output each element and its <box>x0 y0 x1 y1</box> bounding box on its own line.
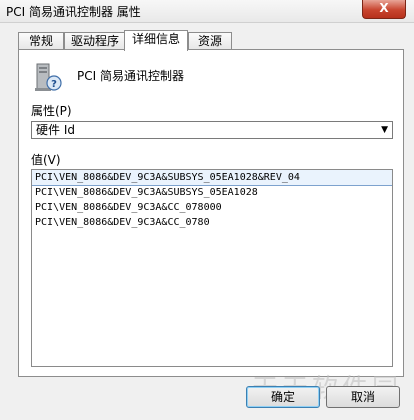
pci-device-icon: ? <box>35 63 62 91</box>
value-label: 值(V) <box>31 153 61 167</box>
list-item[interactable]: PCI\VEN_8086&DEV_9C3A&CC_0780 <box>32 215 392 230</box>
details-panel: ? PCI 简易通讯控制器 属性(P) 硬件 Id ▼ 值(V) PCI\VEN… <box>18 49 404 377</box>
property-selected-value: 硬件 Id <box>36 123 75 137</box>
tab-general[interactable]: 常规 <box>18 32 64 50</box>
list-item[interactable]: PCI\VEN_8086&DEV_9C3A&SUBSYS_05EA1028 <box>32 185 392 200</box>
tab-details[interactable]: 详细信息 <box>124 30 188 51</box>
tab-driver[interactable]: 驱动程序 <box>64 32 126 50</box>
list-item[interactable]: PCI\VEN_8086&DEV_9C3A&CC_078000 <box>32 200 392 215</box>
ok-button[interactable]: 确定 <box>246 386 320 408</box>
title-bar: PCI 简易通讯控制器 属性 X <box>0 0 414 23</box>
cancel-button[interactable]: 取消 <box>326 386 400 408</box>
svg-text:?: ? <box>51 79 57 90</box>
property-label: 属性(P) <box>31 104 72 118</box>
window-title: PCI 简易通讯控制器 属性 <box>6 5 141 19</box>
device-name: PCI 简易通讯控制器 <box>77 69 184 83</box>
dropdown-arrow-icon: ▼ <box>381 125 388 135</box>
tab-resources[interactable]: 资源 <box>188 32 232 50</box>
value-list[interactable]: PCI\VEN_8086&DEV_9C3A&SUBSYS_05EA1028&RE… <box>31 169 393 367</box>
property-dropdown[interactable]: 硬件 Id ▼ <box>31 121 393 139</box>
list-item[interactable]: PCI\VEN_8086&DEV_9C3A&SUBSYS_05EA1028&RE… <box>32 170 392 186</box>
close-button[interactable]: X <box>362 0 406 19</box>
